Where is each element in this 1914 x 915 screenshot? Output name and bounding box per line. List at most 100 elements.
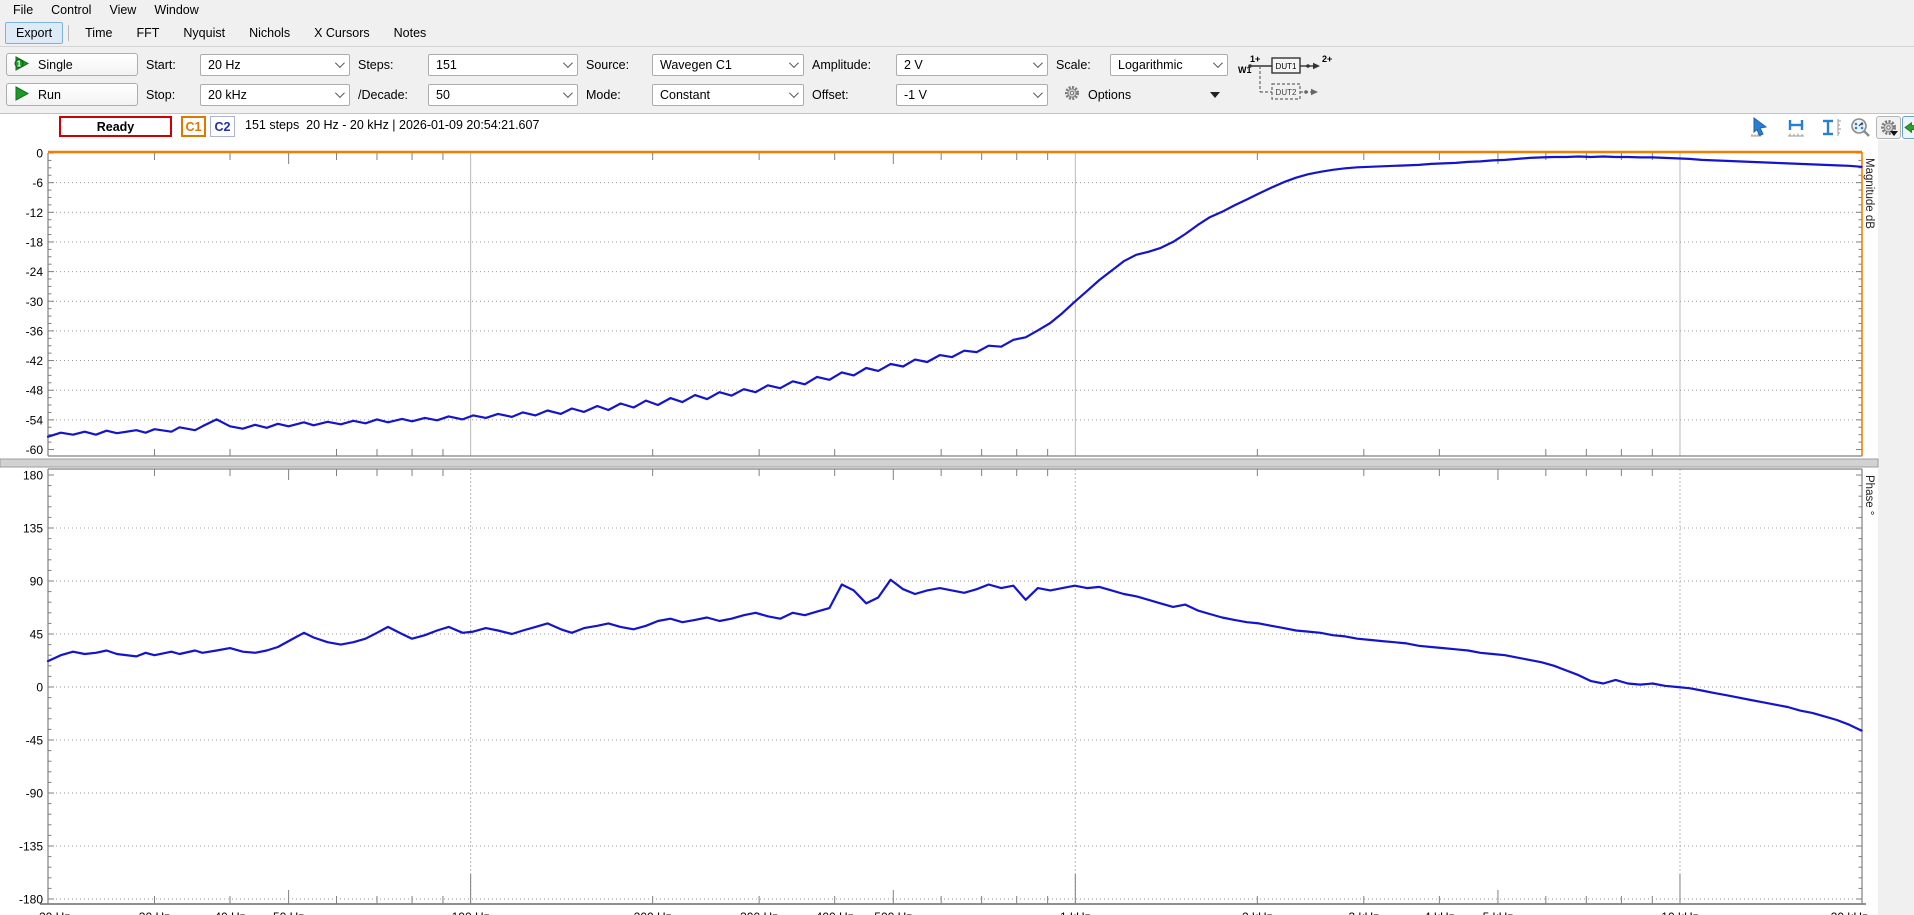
tab-fft[interactable]: FFT xyxy=(125,22,170,44)
frequency-tick-label: 500 Hz xyxy=(874,910,912,915)
chevron-down-icon xyxy=(563,88,573,98)
horizontal-cursor-icon[interactable] xyxy=(1785,117,1809,138)
zoom-gauge-icon[interactable] xyxy=(1849,117,1873,138)
bode-plot-area[interactable]: 0-6-12-18-24-30-36-42-48-54-601801359045… xyxy=(0,140,1914,915)
select-start[interactable]: 20 Hz xyxy=(200,54,350,76)
frequency-tick-label: 4 kHz xyxy=(1424,910,1455,915)
channel-1-toggle[interactable]: C1 xyxy=(181,116,206,137)
magnitude-tick-label: -54 xyxy=(26,413,44,427)
wavegen-dut-diagram: 1+ W1 DUT1 2+ DUT2 xyxy=(1236,52,1908,107)
status-bar: Ready C1 C2 151 steps 20 Hz - 20 kHz | 2… xyxy=(0,114,1914,140)
diagram-dut1-label: DUT1 xyxy=(1276,62,1297,71)
bode-plot-svg[interactable]: 0-6-12-18-24-30-36-42-48-54-601801359045… xyxy=(0,140,1914,915)
magnitude-tick-label: -18 xyxy=(26,235,44,249)
phase-tick-label: 180 xyxy=(23,469,43,483)
frequency-tick-label: 10 kHz xyxy=(1661,910,1698,915)
channel-2-label: C2 xyxy=(215,120,231,134)
pointer-mode-icon[interactable] xyxy=(1749,117,1773,138)
chevron-down-icon xyxy=(789,88,799,98)
tab-bar: Export TimeFFTNyquistNicholsX CursorsNote… xyxy=(0,19,1914,47)
tab-nichols[interactable]: Nichols xyxy=(238,22,301,44)
frequency-tick-label: 30 Hz xyxy=(139,910,170,915)
select-source[interactable]: Wavegen C1 xyxy=(652,54,804,76)
channel-2-toggle[interactable]: C2 xyxy=(210,116,235,137)
select-value: 2 V xyxy=(904,58,923,72)
select-value: 20 Hz xyxy=(208,58,241,72)
select-value: 151 xyxy=(436,58,457,72)
phase-tick-label: 90 xyxy=(30,575,44,589)
diagram-in-label: 1+ xyxy=(1250,54,1260,64)
select-offset[interactable]: -1 V xyxy=(896,84,1048,106)
menu-item-view[interactable]: View xyxy=(100,2,145,18)
chevron-down-icon xyxy=(789,58,799,68)
diagram-out-label: 2+ xyxy=(1322,54,1332,64)
frequency-tick-label: 100 Hz xyxy=(452,910,490,915)
magnitude-axis-title: Magnitude dB xyxy=(1863,158,1875,229)
sweep-summary: 151 steps 20 Hz - 20 kHz | 2026-01-09 20… xyxy=(245,118,539,132)
right-margin-strip xyxy=(1878,140,1914,915)
select-mode[interactable]: Constant xyxy=(652,84,804,106)
frequency-tick-label: 2 kHz xyxy=(1242,910,1273,915)
green-left-arrow-icon xyxy=(1904,121,1914,134)
options-button[interactable]: Options xyxy=(1056,84,1228,106)
frequency-tick-label: 400 Hz xyxy=(816,910,854,915)
tab-notes[interactable]: Notes xyxy=(383,22,438,44)
options-button-label: Options xyxy=(1088,88,1131,102)
field-label-scale: Scale: xyxy=(1056,58,1102,72)
chevron-down-icon xyxy=(563,58,573,68)
single-button-label: Single xyxy=(38,58,73,72)
select-decade[interactable]: 50 xyxy=(428,84,578,106)
run-button[interactable]: Run xyxy=(6,83,138,106)
phase-tick-label: -90 xyxy=(26,787,44,801)
chevron-down-icon xyxy=(335,58,345,68)
collapse-panel-button[interactable] xyxy=(1902,116,1914,139)
vertical-cursor-icon[interactable] xyxy=(1820,117,1844,138)
chevron-down-icon xyxy=(1033,58,1043,68)
field-label-amplitude: Amplitude: xyxy=(812,58,888,72)
phase-tick-label: 135 xyxy=(23,522,43,536)
frequency-tick-label: 20 kHz xyxy=(1831,910,1868,915)
frequency-tick-label: 50 Hz xyxy=(273,910,304,915)
select-stop[interactable]: 20 kHz xyxy=(200,84,350,106)
chevron-down-icon xyxy=(1213,58,1223,68)
panel-splitter[interactable] xyxy=(0,459,1878,467)
select-amplitude[interactable]: 2 V xyxy=(896,54,1048,76)
options-caret-icon xyxy=(1210,92,1220,98)
magnitude-tick-label: -12 xyxy=(26,206,44,220)
magnitude-tick-label: -36 xyxy=(26,324,44,338)
select-value: Constant xyxy=(660,88,710,102)
field-label-start: Start: xyxy=(146,58,192,72)
menu-item-file[interactable]: File xyxy=(4,2,42,18)
select-scale[interactable]: Logarithmic xyxy=(1110,54,1228,76)
frequency-tick-label: 20 Hz xyxy=(39,910,70,915)
frequency-tick-label: 3 kHz xyxy=(1348,910,1379,915)
chevron-down-icon xyxy=(335,88,345,98)
magnitude-tick-label: -42 xyxy=(26,354,44,368)
menu-item-window[interactable]: Window xyxy=(145,2,207,18)
tab-export[interactable]: Export xyxy=(5,22,63,44)
select-steps[interactable]: 151 xyxy=(428,54,578,76)
tab-time[interactable]: Time xyxy=(74,22,123,44)
menu-item-control[interactable]: Control xyxy=(42,2,100,18)
run-button-label: Run xyxy=(38,88,61,102)
phase-tick-label: 45 xyxy=(30,628,44,642)
frequency-tick-label: 1 kHz xyxy=(1060,910,1091,915)
field-label-steps: Steps: xyxy=(358,58,420,72)
tab-nyquist[interactable]: Nyquist xyxy=(172,22,236,44)
tab-x-cursors[interactable]: X Cursors xyxy=(303,22,381,44)
phase-tick-label: -45 xyxy=(26,734,44,748)
select-value: -1 V xyxy=(904,88,927,102)
select-value: 20 kHz xyxy=(208,88,247,102)
frequency-tick-label: 5 kHz xyxy=(1483,910,1514,915)
plot-settings-button[interactable] xyxy=(1876,116,1901,139)
magnitude-tick-label: -60 xyxy=(26,443,44,457)
gear-icon xyxy=(1064,85,1080,104)
menu-bar: FileControlViewWindow xyxy=(0,0,1914,19)
svg-text:1: 1 xyxy=(17,59,22,68)
status-text: Ready xyxy=(97,120,135,134)
channel-1-label: C1 xyxy=(186,120,202,134)
diagram-dut2-label: DUT2 xyxy=(1276,88,1297,97)
phase-tick-label: -135 xyxy=(19,840,43,854)
tab-separator xyxy=(68,25,69,41)
single-button[interactable]: 1 Single xyxy=(6,53,138,76)
